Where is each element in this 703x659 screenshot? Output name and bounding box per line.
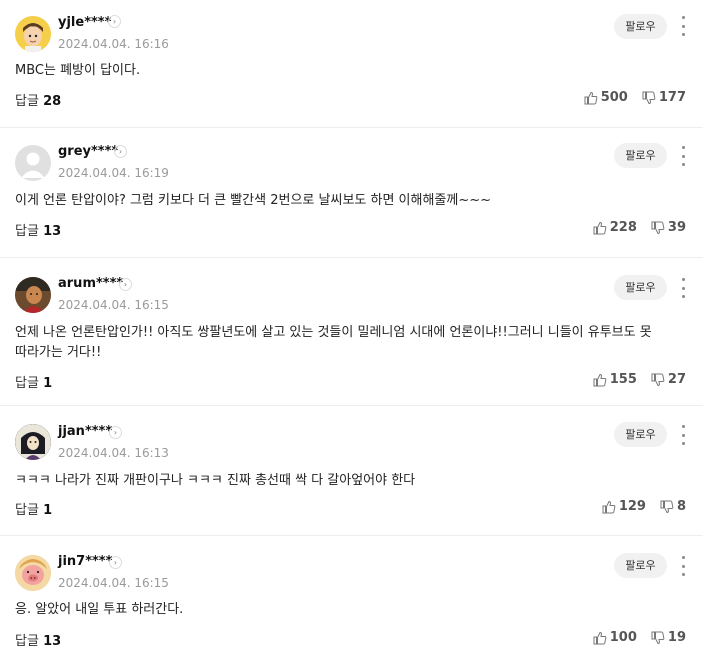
dislike-button[interactable]: 19	[651, 630, 686, 645]
comment-list: yjle**** › 2024.04.04. 16:16 팔로우 MBC는 폐방…	[0, 0, 703, 659]
thumbs-up-icon	[602, 500, 616, 513]
dislike-button[interactable]: 8	[660, 499, 686, 514]
chevron-right-icon[interactable]: ›	[109, 556, 122, 569]
like-button[interactable]: 155	[593, 372, 637, 387]
chevron-right-icon[interactable]: ›	[109, 426, 122, 439]
comment-text: MBC는 폐방이 답이다.	[15, 63, 141, 78]
comment-text: 이게 언론 탄압이야? 그럼 키보다 더 큰 빨간색 2번으로 날씨보도 하면 …	[15, 193, 492, 208]
comment-date: 2024.04.04. 16:19	[58, 166, 169, 180]
like-count: 500	[600, 90, 628, 105]
more-options-icon[interactable]	[680, 278, 686, 298]
reply-count: 13	[43, 224, 62, 239]
follow-button[interactable]: 팔로우	[614, 143, 667, 168]
dislike-button[interactable]: 27	[651, 372, 686, 387]
more-options-icon[interactable]	[680, 16, 686, 36]
avatar[interactable]	[15, 16, 51, 52]
like-count: 228	[609, 220, 637, 235]
vote-group: 228 39	[593, 220, 686, 235]
dislike-count: 8	[676, 499, 686, 514]
thumbs-down-icon	[642, 91, 656, 104]
comment-date: 2024.04.04. 16:16	[58, 37, 169, 51]
reply-count: 1	[43, 503, 53, 518]
follow-button[interactable]: 팔로우	[614, 422, 667, 447]
avatar[interactable]	[15, 277, 51, 313]
vote-group: 129 8	[602, 499, 686, 514]
chevron-right-icon[interactable]: ›	[108, 15, 121, 28]
thumbs-up-icon	[593, 373, 607, 386]
dislike-button[interactable]: 39	[651, 220, 686, 235]
vote-group: 155 27	[593, 372, 686, 387]
follow-button[interactable]: 팔로우	[614, 553, 667, 578]
more-options-icon[interactable]	[680, 146, 686, 166]
reply-button[interactable]: 답글 1	[15, 372, 52, 391]
thumbs-down-icon	[651, 631, 665, 644]
comment-item: grey**** › 2024.04.04. 16:19 팔로우 이게 언론 탄…	[0, 128, 703, 258]
follow-button[interactable]: 팔로우	[614, 14, 667, 39]
reply-label: 답글	[15, 94, 39, 109]
comment-date: 2024.04.04. 16:15	[58, 298, 169, 312]
vote-group: 500 177	[584, 90, 686, 105]
more-options-icon[interactable]	[680, 425, 686, 445]
author-nickname[interactable]: arum****	[58, 276, 123, 291]
like-count: 129	[618, 499, 646, 514]
comment-date: 2024.04.04. 16:13	[58, 446, 169, 460]
reply-button[interactable]: 답글 1	[15, 499, 52, 518]
dislike-button[interactable]: 177	[642, 90, 686, 105]
thumbs-down-icon	[651, 373, 665, 386]
comment-date: 2024.04.04. 16:15	[58, 576, 169, 590]
reply-label: 답글	[15, 634, 39, 649]
comment-item: arum**** › 2024.04.04. 16:15 팔로우 언제 나온 언…	[0, 258, 703, 406]
comment-item: jjan**** › 2024.04.04. 16:13 팔로우 ㅋㅋㅋ 나라가…	[0, 406, 703, 536]
author-nickname[interactable]: yjle****	[58, 15, 111, 30]
reply-label: 답글	[15, 376, 39, 391]
thumbs-up-icon	[593, 631, 607, 644]
avatar[interactable]	[15, 145, 51, 181]
like-button[interactable]: 228	[593, 220, 637, 235]
vote-group: 100 19	[593, 630, 686, 645]
like-button[interactable]: 129	[602, 499, 646, 514]
follow-button[interactable]: 팔로우	[614, 275, 667, 300]
dislike-count: 27	[667, 372, 686, 387]
avatar[interactable]	[15, 424, 51, 460]
like-button[interactable]: 100	[593, 630, 637, 645]
reply-label: 답글	[15, 224, 39, 239]
comment-text: 응. 알았어 내일 투표 하러간다.	[15, 602, 184, 617]
thumbs-up-icon	[593, 221, 607, 234]
reply-count: 28	[43, 94, 62, 109]
like-count: 155	[609, 372, 637, 387]
comment-item: yjle**** › 2024.04.04. 16:16 팔로우 MBC는 폐방…	[0, 0, 703, 128]
comment-item: jin7**** › 2024.04.04. 16:15 팔로우 응. 알았어 …	[0, 536, 703, 659]
comment-text: 언제 나온 언론탄압인가!! 아직도 쌍팔년도에 살고 있는 것들이 밀레니엄 …	[15, 325, 652, 360]
reply-button[interactable]: 답글 28	[15, 90, 61, 109]
reply-button[interactable]: 답글 13	[15, 630, 61, 649]
like-count: 100	[609, 630, 637, 645]
reply-count: 1	[43, 376, 53, 391]
dislike-count: 19	[667, 630, 686, 645]
reply-label: 답글	[15, 503, 39, 518]
author-nickname[interactable]: jjan****	[58, 424, 112, 439]
thumbs-down-icon	[660, 500, 674, 513]
chevron-right-icon[interactable]: ›	[119, 278, 132, 291]
thumbs-up-icon	[584, 91, 598, 104]
like-button[interactable]: 500	[584, 90, 628, 105]
author-nickname[interactable]: jin7****	[58, 554, 112, 569]
avatar[interactable]	[15, 555, 51, 591]
chevron-right-icon[interactable]: ›	[114, 145, 127, 158]
reply-count: 13	[43, 634, 62, 649]
reply-button[interactable]: 답글 13	[15, 220, 61, 239]
more-options-icon[interactable]	[680, 556, 686, 576]
dislike-count: 39	[667, 220, 686, 235]
dislike-count: 177	[658, 90, 686, 105]
thumbs-down-icon	[651, 221, 665, 234]
comment-text: ㅋㅋㅋ 나라가 진짜 개판이구나 ㅋㅋㅋ 진짜 총선때 싹 다 갈아엎어야 한다	[15, 473, 416, 488]
author-nickname[interactable]: grey****	[58, 144, 118, 159]
